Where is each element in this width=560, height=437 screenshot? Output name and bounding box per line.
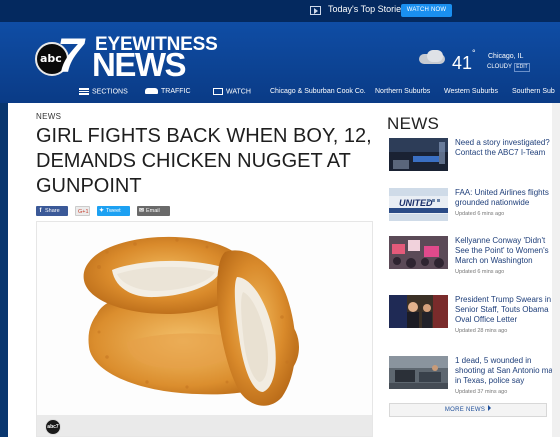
story-title: Need a story investigated? Contact the A… xyxy=(455,138,550,157)
main-nav: SECTIONS TRAFFIC WATCH Chicago & Suburba… xyxy=(0,82,560,103)
nav-link-northern[interactable]: Northern Suburbs xyxy=(375,88,430,95)
story-updated: Updated 37 mins ago xyxy=(455,389,508,395)
nav-traffic-label: TRAFFIC xyxy=(161,88,191,95)
sidebar-title: NEWS xyxy=(387,114,440,133)
sidebar-story[interactable]: Kellyanne Conway 'Didn't See the Point' … xyxy=(389,236,557,284)
nav-sections-label: SECTIONS xyxy=(92,88,128,96)
story-title: 1 dead, 5 wounded in shooting at San Ant… xyxy=(455,356,557,385)
story-headline[interactable]: FAA: United Airlines flights grounded na… xyxy=(455,188,559,219)
article-main: NEWS GIRL FIGHTS BACK WHEN BOY, 12, DEMA… xyxy=(8,103,377,437)
cloudy-icon xyxy=(417,50,453,64)
facebook-share-label: Share xyxy=(45,208,60,214)
chicken-nuggets-image xyxy=(83,236,299,406)
nav-link-chicago[interactable]: Chicago & Suburban Cook Co. xyxy=(270,88,366,95)
weather-temperature[interactable]: 41° xyxy=(452,48,476,74)
degree-symbol: ° xyxy=(472,48,476,58)
story-headline[interactable]: Need a story investigated? Contact the A… xyxy=(455,138,559,158)
sidebar-story[interactable]: Need a story investigated? Contact the A… xyxy=(389,138,557,186)
nav-link-southern[interactable]: Southern Sub xyxy=(512,88,555,95)
weather-city: Chicago, IL xyxy=(488,53,524,60)
car-icon xyxy=(145,88,158,95)
play-icon[interactable] xyxy=(310,6,321,15)
tv-icon xyxy=(213,88,223,95)
logo-seven[interactable]: 7 xyxy=(57,33,84,81)
story-title: Kellyanne Conway 'Didn't See the Point' … xyxy=(455,236,549,265)
united-plane-thumb[interactable]: UNITED xyxy=(389,188,448,221)
temperature-value: 41 xyxy=(452,53,473,73)
sidebar-story[interactable]: President Trump Swears in Senior Staff, … xyxy=(389,295,557,343)
article-headline: GIRL FIGHTS BACK WHEN BOY, 12, DEMANDS C… xyxy=(36,125,372,197)
image-footer-bar: abc7 xyxy=(37,415,372,436)
news-sidebar: NEWS Need a story investigated? Contact … xyxy=(377,103,560,437)
facebook-share-button[interactable]: f Share xyxy=(36,206,68,216)
tweet-button[interactable]: ✦ Tweet xyxy=(97,206,130,216)
email-button[interactable]: ✉ Email xyxy=(137,206,170,216)
section-label[interactable]: NEWS xyxy=(36,112,61,121)
weather-condition: CLOUDY xyxy=(487,64,513,70)
mall-shooting-thumb[interactable] xyxy=(389,356,448,389)
story-title: FAA: United Airlines flights grounded na… xyxy=(455,188,549,207)
logo-news[interactable]: NEWS xyxy=(92,46,187,84)
abc7-small-logo: abc7 xyxy=(45,419,61,435)
story-headline[interactable]: Kellyanne Conway 'Didn't See the Point' … xyxy=(455,236,559,277)
story-headline[interactable]: President Trump Swears in Senior Staff, … xyxy=(455,295,559,336)
nav-traffic[interactable]: TRAFFIC xyxy=(145,88,191,95)
scrollbar[interactable] xyxy=(552,103,560,437)
watch-now-button[interactable]: WATCH NOW xyxy=(401,4,452,17)
story-updated: Updated 6 mins ago xyxy=(455,211,505,217)
story-title: President Trump Swears in Senior Staff, … xyxy=(455,295,552,324)
menu-icon xyxy=(79,88,89,95)
sidebar-story[interactable]: UNITED FAA: United Airlines flights grou… xyxy=(389,188,557,236)
nav-watch-label: WATCH xyxy=(226,88,251,96)
nav-watch[interactable]: WATCH xyxy=(213,88,251,95)
trump-staff-thumb[interactable] xyxy=(389,295,448,328)
article-image[interactable]: abc7 xyxy=(36,221,373,437)
chevron-right-icon xyxy=(488,405,492,411)
top-stories-link[interactable]: Today's Top Stories xyxy=(328,4,406,14)
story-updated: Updated 28 mins ago xyxy=(455,328,508,334)
story-headline[interactable]: 1 dead, 5 wounded in shooting at San Ant… xyxy=(455,356,559,397)
email-icon: ✉ xyxy=(138,208,145,214)
email-label: Email xyxy=(146,208,160,214)
nav-sections[interactable]: SECTIONS xyxy=(79,88,128,95)
more-news-button[interactable]: MORE NEWS xyxy=(389,403,547,417)
nav-link-western[interactable]: Western Suburbs xyxy=(444,88,498,95)
gplus-button[interactable]: G+1 xyxy=(75,206,90,216)
sidebar-story[interactable]: 1 dead, 5 wounded in shooting at San Ant… xyxy=(389,356,557,404)
weather-edit-button[interactable]: EDIT xyxy=(514,63,530,72)
facebook-icon: f xyxy=(39,208,42,214)
more-news-label: MORE NEWS xyxy=(444,407,486,413)
story-updated: Updated 6 mins ago xyxy=(455,269,505,275)
womens-march-thumb[interactable] xyxy=(389,236,448,269)
tweet-label: Tweet xyxy=(106,208,121,214)
top-stories-bar: Today's Top Stories WATCH NOW xyxy=(0,0,560,22)
twitter-icon: ✦ xyxy=(98,208,105,214)
site-header: Today's Top Stories WATCH NOW abc 7 EYEW… xyxy=(0,0,560,103)
i-team-thumb[interactable] xyxy=(389,138,448,171)
